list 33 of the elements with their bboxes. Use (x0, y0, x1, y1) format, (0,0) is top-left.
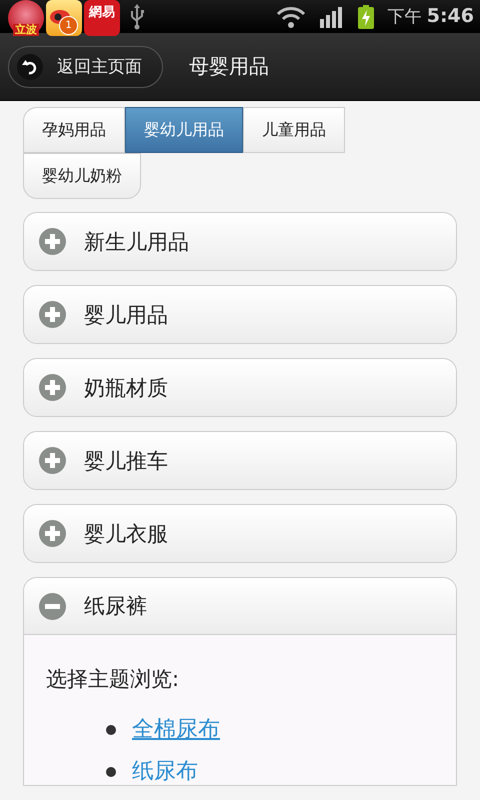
tab[interactable]: 儿童用品 (243, 107, 345, 153)
bullet-icon (106, 767, 116, 777)
bullet-icon (106, 725, 116, 735)
tab[interactable]: 婴幼儿用品 (125, 107, 243, 153)
usb-icon (130, 4, 144, 30)
plus-circle-icon (39, 520, 66, 547)
app-icon-label: 立波 (13, 24, 39, 36)
battery-charging-icon (358, 4, 374, 28)
back-button[interactable]: 返回主页面 (8, 46, 163, 88)
prompt-text: 选择主题浏览: (46, 666, 180, 693)
collapsible-header[interactable]: 婴儿推车 (24, 432, 456, 489)
plus-circle-icon (39, 301, 66, 328)
app-icon-label: 網易 (89, 4, 115, 22)
wifi-icon (276, 6, 306, 28)
clock-time: 5:46 (426, 5, 474, 27)
signal-icon (320, 6, 344, 28)
collapsible-header[interactable]: 婴儿用品 (24, 286, 456, 343)
plus-circle-icon (39, 447, 66, 474)
page-title: 母婴用品 (189, 53, 269, 80)
app-notification-icon[interactable]: 網易 (84, 0, 120, 36)
app-notification-icon[interactable]: 1 (46, 0, 82, 36)
plus-circle-icon (39, 228, 66, 255)
count-badge: 1 (59, 16, 78, 34)
clock-period: 下午 (388, 6, 422, 28)
plus-circle-icon (39, 374, 66, 401)
collapsible-header[interactable]: 纸尿裤 (24, 578, 456, 635)
minus-circle-icon (39, 592, 66, 620)
tab[interactable]: 孕妈用品 (23, 107, 125, 153)
collapsible-header[interactable]: 奶瓶材质 (24, 359, 456, 416)
app-notification-icon[interactable]: 立波 (8, 0, 44, 36)
collapsible-header[interactable]: 新生儿用品 (24, 213, 456, 270)
collapsible-header[interactable]: 婴儿衣服 (24, 505, 456, 562)
tab[interactable]: 婴幼儿奶粉 (23, 153, 141, 199)
